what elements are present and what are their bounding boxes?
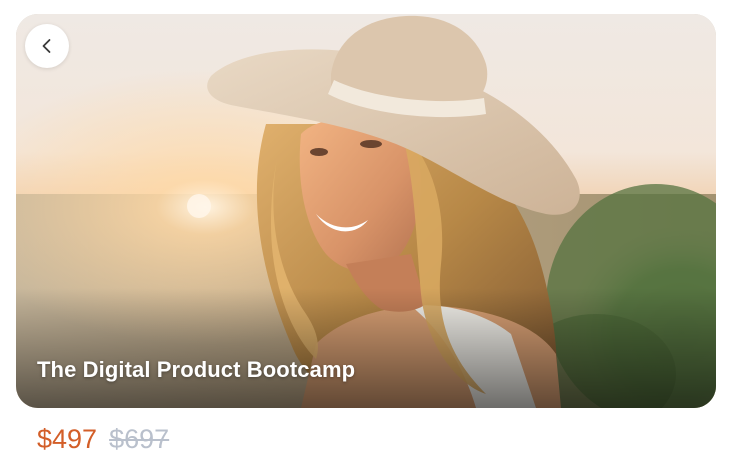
product-hero-card: The Digital Product Bootcamp	[16, 14, 716, 408]
chevron-left-icon	[38, 37, 56, 55]
price-original: $697	[109, 424, 170, 454]
product-title: The Digital Product Bootcamp	[37, 357, 356, 382]
price-row: $497 $697	[37, 424, 169, 455]
back-button[interactable]	[25, 24, 69, 68]
price-current: $497	[37, 424, 98, 454]
title-gradient-overlay	[16, 288, 716, 408]
